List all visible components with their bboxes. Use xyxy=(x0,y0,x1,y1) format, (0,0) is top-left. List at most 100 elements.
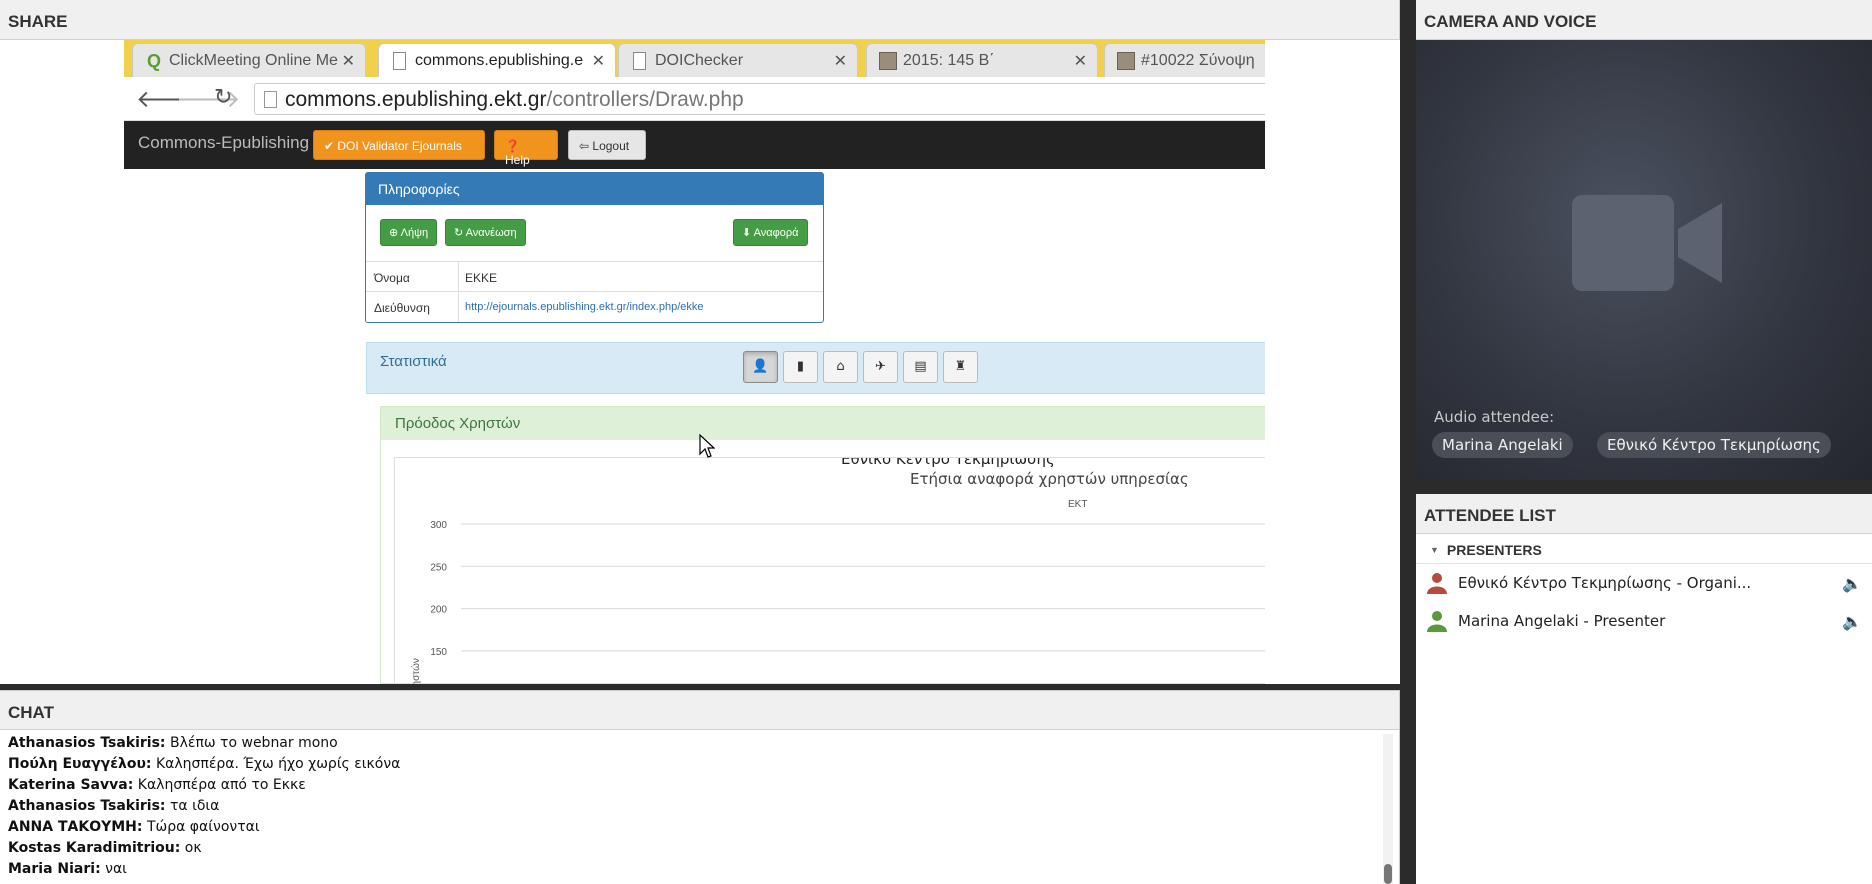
message-text: Καλησπέρα. Έχω ήχο χωρίς εικόνα xyxy=(155,756,401,772)
info-panel-title: Πληροφορίες xyxy=(366,173,823,205)
tab-label: #10022 Σύνοψη xyxy=(1141,52,1255,69)
chat-scrollbar[interactable] xyxy=(1383,734,1393,884)
chart-subtitle: Ετήσια αναφορά χρηστών υπηρεσίας xyxy=(910,470,1189,488)
section-label: PRESENTERS xyxy=(1446,542,1542,558)
doi-validator-button[interactable]: ✔ DOI Validator Ejournals xyxy=(313,130,485,160)
share-panel-title: SHARE xyxy=(0,0,1399,40)
user-progress-panel: Πρόοδος Χρηστών Εθνικό Κέντρο Τεκμηρίωση… xyxy=(380,406,1265,684)
browser-tab-10022[interactable]: #10022 Σύνοψη xyxy=(1104,43,1265,77)
message-text: τα ιδια xyxy=(169,798,220,814)
printer-icon[interactable]: ▤ xyxy=(903,351,938,383)
row-value: ΕΚΚΕ xyxy=(465,271,498,285)
attendee-row[interactable]: Marina Angelaki - Presenter 🔈 xyxy=(1416,602,1872,640)
chat-message: Πούλη Ευαγγέλου: Καλησπέρα. Έχω ήχο χωρί… xyxy=(8,756,1378,777)
attendee-name: Εθνικό Κέντρο Τεκμηρίωσης - Organi... xyxy=(1458,574,1752,592)
address-bar[interactable]: commons.epublishing.ekt.gr/controllers/D… xyxy=(254,83,1265,115)
chart-legend-label: ΕΚΤ xyxy=(1068,499,1087,510)
logout-button[interactable]: ⇦ Logout xyxy=(568,130,646,160)
message-author: Athanasios Tsakiris: xyxy=(8,798,166,814)
user-icon[interactable]: 👤 xyxy=(743,351,778,383)
browser-tab-doichecker[interactable]: DOIChecker ✕ xyxy=(618,43,858,77)
browser-tab-bar: Q ClickMeeting Online Me ✕ commons.epubl… xyxy=(124,40,1265,77)
close-icon[interactable]: ✕ xyxy=(834,51,847,71)
tab-label: ClickMeeting Online Me xyxy=(169,52,338,69)
url-path: /controllers/Draw.php xyxy=(546,88,744,111)
close-icon[interactable]: ✕ xyxy=(592,51,605,71)
scrollbar-thumb[interactable] xyxy=(1384,864,1392,884)
browser-tab-clickmeeting[interactable]: Q ClickMeeting Online Me ✕ xyxy=(132,43,366,77)
stats-panel: Στατιστικά 👤 ▮ ⌂ ✈ ▤ ♜ xyxy=(366,342,1265,394)
row-key: Όνομα xyxy=(374,271,410,285)
stats-title: Στατιστικά xyxy=(380,353,447,370)
image-favicon-icon xyxy=(1117,52,1135,70)
url-link[interactable]: http://ejournals.epublishing.ekt.gr/inde… xyxy=(465,301,704,313)
tab-label: 2015: 145 Β΄ xyxy=(903,52,995,69)
site-navbar: Commons-Epublishing ✔ DOI Validator Ejou… xyxy=(124,121,1265,169)
book-icon[interactable]: ▮ xyxy=(783,351,818,383)
chat-panel-title: CHAT xyxy=(0,690,1399,730)
message-author: Πούλη Ευαγγέλου: xyxy=(8,756,152,772)
message-author: ΑΝΝΑ ΤΑΚΟΥΜΗ: xyxy=(8,819,143,835)
reload-icon[interactable]: ↻ xyxy=(214,85,232,110)
info-panel: Πληροφορίες ⊕ Λήψη ↻ Ανανέωση ⬇ Αναφορά … xyxy=(365,172,824,323)
camera-panel-title: CAMERA AND VOICE xyxy=(1416,0,1872,40)
message-text: Καλησπέρα από το Εκκε xyxy=(137,777,306,793)
mouse-cursor-icon xyxy=(699,434,715,458)
message-text: οκ xyxy=(184,840,202,856)
clickmeeting-favicon-icon: Q xyxy=(146,51,161,71)
close-icon[interactable]: ✕ xyxy=(1074,51,1087,71)
audio-attendee-chip[interactable]: Marina Angelaki xyxy=(1432,432,1573,458)
video-camera-icon xyxy=(1572,195,1722,291)
inbox-icon[interactable]: ⌂ xyxy=(823,351,858,383)
page-favicon-icon xyxy=(633,52,646,70)
report-button[interactable]: ⬇ Αναφορά xyxy=(733,219,808,246)
chat-message: Maria Niari: ναι xyxy=(8,861,1378,882)
y-tick-label: 150 xyxy=(430,647,447,658)
tab-label: DOIChecker xyxy=(655,52,744,69)
message-author: Katerina Savva: xyxy=(8,777,134,793)
table-row: Διεύθυνση http://ejournals.epublishing.e… xyxy=(366,292,823,322)
user-progress-title: Πρόοδος Χρηστών xyxy=(381,407,1265,440)
refresh-button[interactable]: ↻ Ανανέωση xyxy=(445,219,526,246)
person-icon xyxy=(1427,611,1447,632)
attendee-list-title: ATTENDEE LIST xyxy=(1416,494,1872,534)
shared-screen: Q ClickMeeting Online Me ✕ commons.epubl… xyxy=(0,40,1400,684)
page-favicon-icon xyxy=(393,52,406,70)
browser-toolbar: 🡐 🡒 ↻ commons.epublishing.ekt.gr/control… xyxy=(124,77,1265,121)
plane-icon[interactable]: ✈ xyxy=(863,351,898,383)
row-key: Διεύθυνση xyxy=(374,301,430,315)
close-icon[interactable]: ✕ xyxy=(342,51,355,71)
y-tick-label: 200 xyxy=(430,605,447,616)
chat-message: Athanasios Tsakiris: τα ιδια xyxy=(8,798,1378,819)
message-author: Maria Niari: xyxy=(8,861,101,877)
chart-frame: Εθνικό Κέντρο Τεκμηρίωσης Ετήσια αναφορά … xyxy=(394,450,1265,684)
help-button[interactable]: ❓ Help xyxy=(494,130,558,167)
audio-attendee-chip[interactable]: Εθνικό Κέντρο Τεκμηρίωσης xyxy=(1597,432,1831,458)
y-axis-label: Αριθμός Χρηστών xyxy=(410,658,422,684)
tab-label: commons.epublishing.e xyxy=(415,52,584,69)
url-host: commons.epublishing.ekt.gr xyxy=(285,88,547,111)
fetch-button[interactable]: ⊕ Λήψη xyxy=(380,219,438,246)
browser-tab-2015[interactable]: 2015: 145 Β΄ ✕ xyxy=(866,43,1098,77)
y-tick-label: 300 xyxy=(430,520,447,531)
attendee-row[interactable]: Εθνικό Κέντρο Τεκμηρίωσης - Organi... 🔈 xyxy=(1416,564,1872,602)
message-text: Βλέπω το webnar mono xyxy=(169,735,338,751)
lamp-icon[interactable]: ♜ xyxy=(943,351,978,383)
browser-tab-commons[interactable]: commons.epublishing.e ✕ xyxy=(378,43,616,77)
video-area: Audio attendee: Marina Angelaki Εθνικό Κ… xyxy=(1416,40,1872,480)
table-row: Όνομα ΕΚΚΕ xyxy=(366,262,823,292)
chat-message: Katerina Savva: Καλησπέρα από το Εκκε xyxy=(8,777,1378,798)
chat-message: Athanasios Tsakiris: Βλέπω το webnar mon… xyxy=(8,735,1378,756)
presenters-section[interactable]: ▼ PRESENTERS xyxy=(1416,534,1872,564)
camera-panel: CAMERA AND VOICE Audio attendee: Marina … xyxy=(1416,0,1872,480)
user-progress-chart: Εθνικό Κέντρο Τεκμηρίωσης Ετήσια αναφορά … xyxy=(410,450,1265,684)
chat-panel: CHAT Athanasios Tsakiris: Βλέπω το webna… xyxy=(0,690,1400,884)
attendee-name: Marina Angelaki - Presenter xyxy=(1458,612,1666,630)
speaker-icon[interactable]: 🔈 xyxy=(1842,574,1862,593)
chat-messages: Athanasios Tsakiris: Βλέπω το webnar mon… xyxy=(8,735,1378,882)
collapse-triangle-icon[interactable]: ▼ xyxy=(1430,545,1439,555)
info-table: Όνομα ΕΚΚΕ Διεύθυνση http://ejournals.ep… xyxy=(366,261,823,322)
site-brand[interactable]: Commons-Epublishing xyxy=(138,133,309,153)
speaker-icon[interactable]: 🔈 xyxy=(1842,612,1862,631)
message-text: ναι xyxy=(105,861,127,877)
